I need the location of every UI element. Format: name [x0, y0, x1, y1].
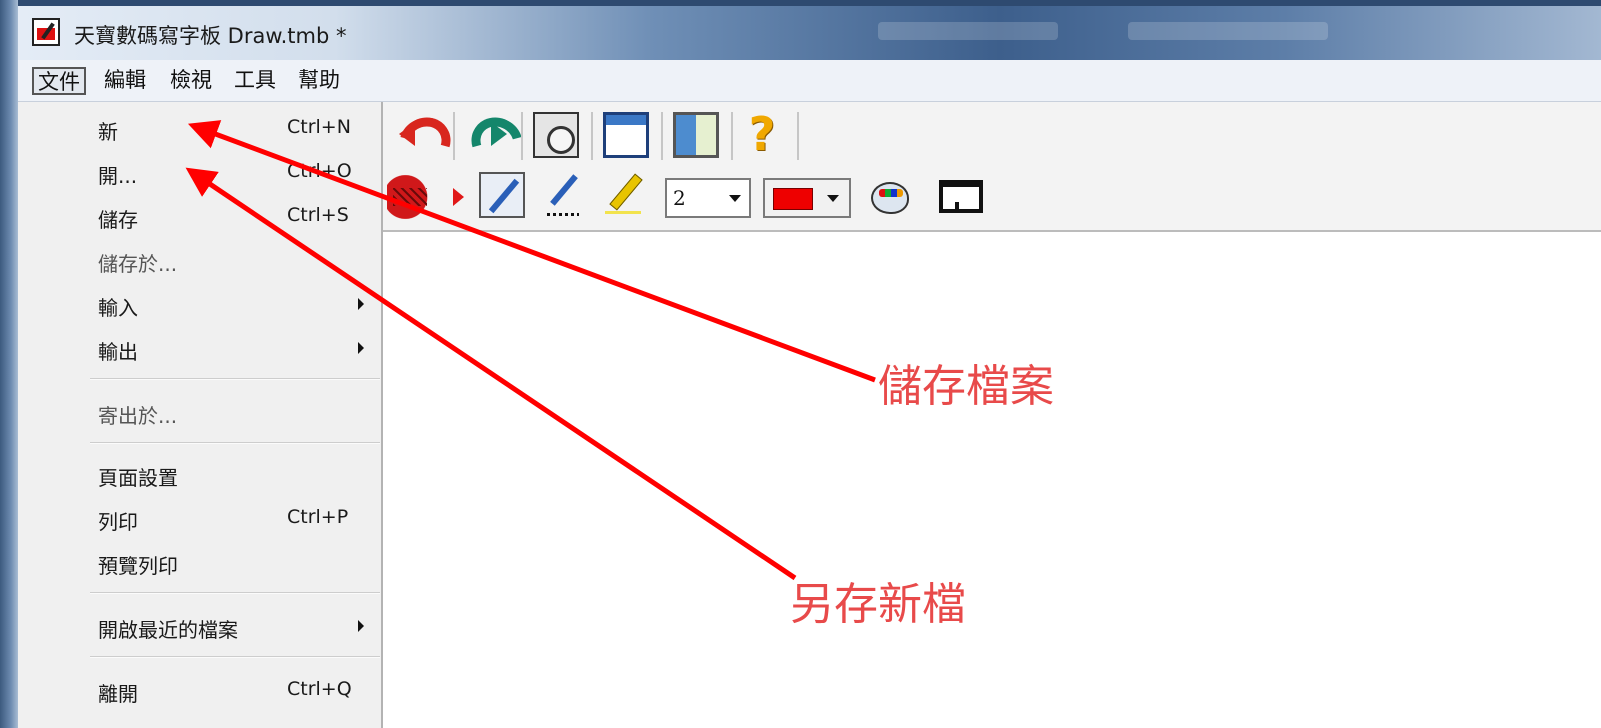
fill-options-arrow-icon[interactable] [453, 188, 464, 206]
monitor-icon[interactable] [939, 180, 983, 213]
annotation-save-file: 儲存檔案 [878, 361, 1054, 412]
menu-separator [90, 592, 380, 594]
background-window-title-blur [878, 22, 1058, 40]
title-bar[interactable]: 天寶數碼寫字板 Draw.tmb * [18, 0, 1601, 60]
pen-color-select[interactable] [763, 178, 851, 218]
app-logo-icon[interactable] [32, 18, 60, 46]
toolbar-separator [661, 112, 663, 160]
file-menu-dropdown: 新 Ctrl+N 開... Ctrl+O 儲存 Ctrl+S 儲存於... 輸入… [18, 102, 383, 728]
toolbar-separator [521, 112, 523, 160]
shortcut-save: Ctrl+S [287, 204, 349, 226]
menu-separator [90, 656, 380, 658]
pages-icon[interactable] [673, 112, 719, 158]
help-icon[interactable]: ? [739, 111, 785, 158]
menu-icon-gutter [18, 102, 74, 728]
color-swatch [773, 188, 813, 210]
window-icon[interactable] [603, 112, 649, 158]
menu-item-export[interactable]: 輸出 [98, 336, 138, 365]
shortcut-new: Ctrl+N [287, 116, 351, 138]
shortcut-open: Ctrl+O [287, 160, 352, 182]
shortcut-exit: Ctrl+Q [287, 678, 352, 700]
menu-item-print-preview[interactable]: 預覽列印 [98, 550, 178, 579]
fill-tool-icon[interactable] [387, 174, 433, 220]
pen-tool-icon[interactable] [479, 172, 525, 218]
dotted-pen-tool-icon[interactable] [541, 172, 587, 218]
undo-icon[interactable] [395, 112, 441, 158]
toolbar-separator [453, 112, 455, 160]
menu-item-print[interactable]: 列印 [98, 506, 138, 535]
window-title: 天寶數碼寫字板 Draw.tmb * [74, 24, 347, 48]
toolbar: ? 2 [383, 102, 1601, 232]
annotation-save-as: 另存新檔 [790, 579, 966, 630]
menu-edit[interactable]: 編輯 [100, 67, 150, 95]
submenu-arrow-icon [358, 298, 364, 310]
shortcut-print: Ctrl+P [287, 506, 349, 528]
desktop-left-edge [0, 0, 18, 728]
palette-icon[interactable] [871, 182, 909, 214]
menu-view[interactable]: 檢視 [166, 67, 216, 95]
submenu-arrow-icon [358, 342, 364, 354]
menu-help[interactable]: 幫助 [294, 67, 344, 95]
pen-size-select[interactable]: 2 [665, 178, 751, 218]
menu-item-page-setup[interactable]: 頁面設置 [98, 462, 178, 491]
menu-item-open[interactable]: 開... [98, 160, 137, 189]
background-window-title-blur [1128, 22, 1328, 40]
chevron-down-icon [729, 195, 741, 202]
menu-tools[interactable]: 工具 [230, 67, 280, 95]
redo-icon[interactable] [463, 112, 509, 158]
menu-item-import[interactable]: 輸入 [98, 292, 138, 321]
highlighter-tool-icon[interactable] [601, 172, 647, 218]
paste-icon[interactable] [533, 112, 579, 158]
toolbar-separator [591, 112, 593, 160]
submenu-arrow-icon [358, 620, 364, 632]
menu-item-save-as[interactable]: 儲存於... [98, 248, 177, 277]
menu-item-recent-files[interactable]: 開啟最近的檔案 [98, 614, 238, 643]
menu-item-save[interactable]: 儲存 [98, 204, 138, 233]
pen-size-value: 2 [673, 186, 686, 210]
menu-file[interactable]: 文件 [32, 67, 86, 95]
menu-item-new[interactable]: 新 [98, 116, 118, 145]
menu-separator [90, 442, 380, 444]
toolbar-separator [797, 112, 799, 160]
toolbar-separator [731, 112, 733, 160]
menu-item-exit[interactable]: 離開 [98, 678, 138, 707]
menu-separator [90, 378, 380, 380]
menu-bar: 文件 編輯 檢視 工具 幫助 [18, 60, 1601, 102]
menu-item-send[interactable]: 寄出於... [98, 400, 177, 429]
chevron-down-icon [827, 195, 839, 202]
